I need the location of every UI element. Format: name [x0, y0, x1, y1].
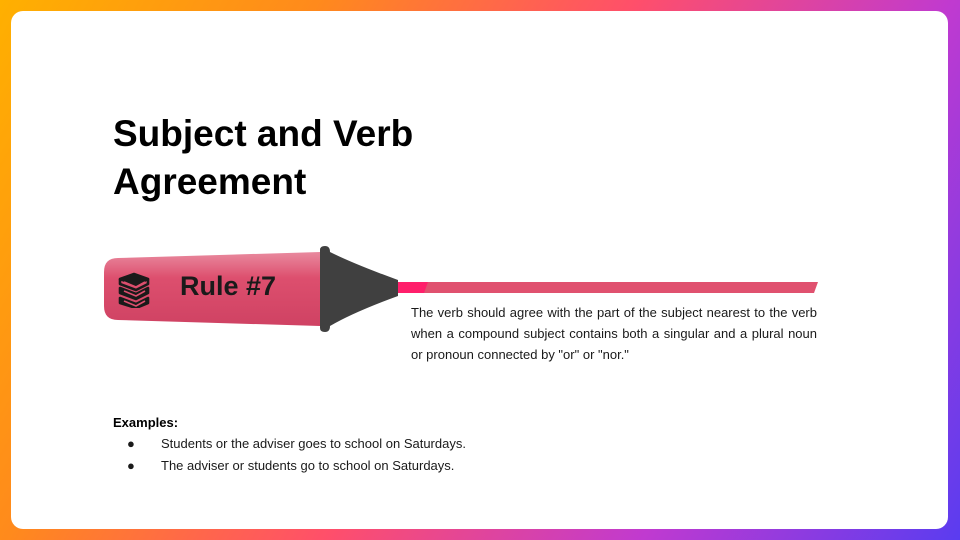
title-line-2: Agreement	[113, 161, 307, 202]
rule-description: The verb should agree with the part of t…	[411, 305, 817, 362]
bullet-icon: ●	[127, 458, 135, 473]
example-text: The adviser or students go to school on …	[161, 458, 455, 473]
rule-label: Rule #7	[180, 271, 277, 301]
slide-title: Subject and Verb Agreement	[113, 110, 513, 206]
marker-tip	[320, 246, 398, 332]
title-line-1: Subject and Verb	[113, 113, 414, 154]
examples-list: ● Students or the adviser goes to school …	[127, 433, 466, 477]
highlight-line	[394, 282, 818, 293]
bullet-icon: ●	[127, 436, 135, 451]
example-text: Students or the adviser goes to school o…	[161, 436, 466, 451]
highlight-accent	[394, 282, 428, 293]
examples-heading: Examples:	[113, 415, 179, 430]
list-item: ● The adviser or students go to school on…	[127, 455, 466, 477]
books-icon	[116, 272, 152, 308]
list-item: ● Students or the adviser goes to school …	[127, 433, 466, 455]
